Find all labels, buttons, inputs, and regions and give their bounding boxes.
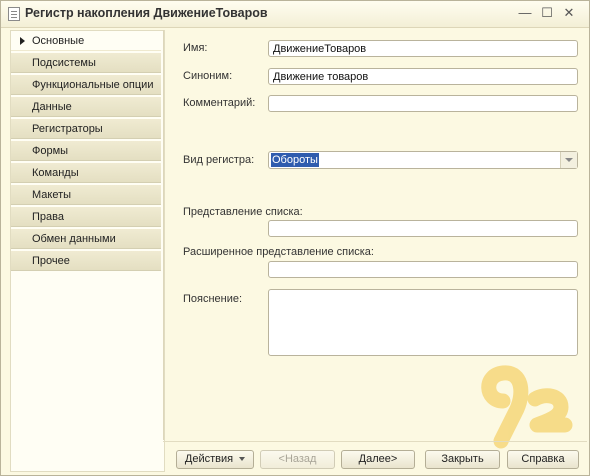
name-label: Имя:	[183, 42, 208, 54]
synonym-label: Синоним:	[183, 70, 233, 82]
title-bar: Регистр накопления ДвижениеТоваров — ☐ ✕	[1, 1, 589, 28]
sidebar-item-subsystems[interactable]: Подсистемы	[11, 53, 161, 73]
footer-toolbar: Действия <Назад Далее> Закрыть Справка	[163, 441, 587, 476]
sidebar-item-label: Формы	[32, 145, 69, 157]
sidebar-item-other[interactable]: Прочее	[11, 251, 161, 271]
sidebar-item-label: Обмен данными	[32, 233, 116, 245]
sidebar-item-registrators[interactable]: Регистраторы	[11, 119, 161, 139]
maximize-button[interactable]: ☐	[538, 4, 556, 22]
sidebar-item-label: Регистраторы	[32, 123, 103, 135]
sidebar-item-label: Подсистемы	[32, 57, 96, 69]
close-dialog-button[interactable]: Закрыть	[425, 450, 500, 469]
sidebar-item-label: Команды	[32, 167, 79, 179]
minimize-button[interactable]: —	[516, 4, 534, 22]
help-button[interactable]: Справка	[507, 450, 579, 469]
sidebar-item-functional-options[interactable]: Функциональные опции	[11, 75, 161, 95]
back-button[interactable]: <Назад	[260, 450, 335, 469]
sidebar-item-templates[interactable]: Макеты	[11, 185, 161, 205]
sidebar-item-label: Права	[32, 211, 64, 223]
actions-button-label: Действия	[184, 453, 234, 465]
sidebar-nav: Основные Подсистемы Функциональные опции…	[10, 30, 165, 472]
sidebar-item-label: Основные	[32, 35, 85, 47]
register-type-select[interactable]: Обороты	[268, 151, 578, 169]
sidebar-item-label: Данные	[32, 101, 72, 113]
sidebar-item-label: Макеты	[32, 189, 72, 201]
sidebar-item-commands[interactable]: Команды	[11, 163, 161, 183]
list-presentation-label: Представление списка:	[183, 206, 303, 218]
extended-list-presentation-label: Расширенное представление списка:	[183, 246, 374, 258]
chevron-down-icon[interactable]	[560, 152, 577, 168]
extended-list-presentation-field[interactable]	[268, 261, 578, 278]
register-type-label: Вид регистра:	[183, 154, 255, 166]
explanation-field[interactable]	[268, 289, 578, 356]
sidebar-item-data-exchange[interactable]: Обмен данными	[11, 229, 161, 249]
synonym-field[interactable]	[268, 68, 578, 85]
name-field[interactable]	[268, 40, 578, 57]
sidebar-item-forms[interactable]: Формы	[11, 141, 161, 161]
sidebar-item-label: Функциональные опции	[32, 79, 154, 91]
sidebar-item-label: Прочее	[32, 255, 70, 267]
window-title: Регистр накопления ДвижениеТоваров	[25, 6, 268, 20]
close-button[interactable]: ✕	[560, 4, 578, 22]
register-type-selected-value: Обороты	[271, 153, 319, 167]
actions-menu-button[interactable]: Действия	[176, 450, 254, 469]
watermark-logo	[481, 365, 573, 449]
sidebar-item-rights[interactable]: Права	[11, 207, 161, 227]
dropdown-arrow-icon	[239, 457, 246, 462]
next-button[interactable]: Далее>	[341, 450, 415, 469]
comment-field[interactable]	[268, 95, 578, 112]
sidebar-item-basic[interactable]: Основные	[11, 31, 161, 51]
current-item-arrow-icon	[20, 37, 25, 45]
document-icon	[8, 7, 20, 21]
list-presentation-field[interactable]	[268, 220, 578, 237]
explanation-label: Пояснение:	[183, 293, 243, 305]
comment-label: Комментарий:	[183, 97, 256, 109]
configuration-object-window: Регистр накопления ДвижениеТоваров — ☐ ✕…	[0, 0, 590, 476]
sidebar-item-data[interactable]: Данные	[11, 97, 161, 117]
